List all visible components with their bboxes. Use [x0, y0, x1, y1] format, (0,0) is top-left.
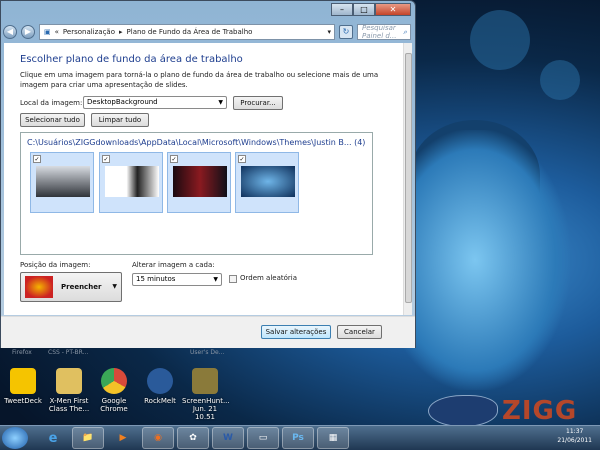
address-bar: ◀ ▶ ▣ « Personalização ▸ Plano de Fundo da…: [3, 23, 411, 41]
tweetdeck-icon: [10, 368, 36, 394]
icon-label: Google Chrome: [100, 397, 128, 413]
thumbnail-checkbox[interactable]: ✓: [33, 155, 41, 163]
icon-label: TweetDeck: [4, 397, 42, 405]
whale-logo-icon: [428, 395, 498, 427]
forward-button[interactable]: ▶: [21, 25, 35, 39]
explorer-icon[interactable]: 📁: [72, 427, 104, 449]
location-select[interactable]: DesktopBackground ▼: [83, 96, 227, 109]
control-panel-icon: ▣: [44, 28, 51, 36]
thumbnail-checkbox[interactable]: ✓: [102, 155, 110, 163]
wallpaper-thumbnail[interactable]: ✓: [235, 152, 299, 213]
desktop-label: CSS - PT-BR...: [48, 349, 89, 356]
maximize-button[interactable]: □: [353, 3, 375, 16]
wallpaper-thumbnail[interactable]: ✓: [167, 152, 231, 213]
clock-time: 11:37: [566, 428, 584, 435]
chevron-down-icon: ▼: [218, 99, 223, 106]
scrollbar-thumb[interactable]: [405, 53, 412, 303]
personalization-window: – □ ✕ ◀ ▶ ▣ « Personalização ▸ Plano de Fu…: [0, 0, 416, 348]
shuffle-checkbox[interactable]: [229, 275, 237, 283]
window-icon[interactable]: ▭: [247, 427, 279, 449]
position-select[interactable]: Preencher ▼: [20, 272, 122, 302]
location-value: DesktopBackground: [87, 98, 158, 106]
desktop-icon-tweetdeck[interactable]: TweetDeck: [0, 368, 46, 405]
word-icon[interactable]: W: [212, 427, 244, 449]
thumbnail-checkbox[interactable]: ✓: [170, 155, 178, 163]
app-icon[interactable]: ✿: [177, 427, 209, 449]
location-label: Local da imagem:: [20, 99, 83, 107]
rockmelt-icon: [147, 368, 173, 394]
dropdown-icon[interactable]: ▾: [327, 28, 331, 36]
content-pane: Escolher plano de fundo da área de traba…: [4, 43, 412, 315]
scrollbar[interactable]: [403, 43, 412, 315]
shuffle-label[interactable]: Ordem aleatória: [240, 274, 297, 282]
refresh-button[interactable]: ↻: [339, 25, 353, 39]
interval-select[interactable]: 15 minutos ▼: [132, 273, 222, 286]
cancel-button[interactable]: Cancelar: [337, 325, 382, 339]
browse-button[interactable]: Procurar...: [233, 96, 283, 110]
chrome-icon: [101, 368, 127, 394]
media-player-icon[interactable]: ▶: [107, 427, 139, 449]
back-button[interactable]: ◀: [3, 25, 17, 39]
folder-path[interactable]: C:\Usuários\ZIGGdownloads\AppData\Local\…: [27, 138, 365, 147]
save-button[interactable]: Salvar alterações: [261, 325, 331, 339]
wallpaper-thumbnail[interactable]: ✓: [30, 152, 94, 213]
control-panel-icon[interactable]: ▦: [317, 427, 349, 449]
icon-label: ScreenHunt... Jun. 21 10.51: [182, 397, 230, 421]
desktop-icon-xmen[interactable]: X-Men First Class The...: [46, 368, 92, 413]
position-value: Preencher: [61, 283, 102, 291]
image-file-icon: [192, 368, 218, 394]
search-placeholder: Pesquisar Painel d...: [362, 24, 397, 40]
search-icon: ⌕: [403, 27, 407, 36]
folder-icon: [56, 368, 82, 394]
flower-preview-icon: [25, 276, 53, 298]
thumbnail-checkbox[interactable]: ✓: [238, 155, 246, 163]
minimize-button[interactable]: –: [331, 3, 353, 16]
breadcrumb[interactable]: ▣ « Personalização ▸ Plano de Fundo da Áre…: [39, 24, 335, 40]
breadcrumb-background[interactable]: Plano de Fundo da Área de Trabalho: [127, 28, 253, 36]
interval-label: Alterar imagem a cada:: [132, 261, 215, 269]
icon-label: X-Men First Class The...: [48, 397, 90, 413]
start-button[interactable]: [2, 427, 28, 449]
dialog-footer: Salvar alterações Cancelar: [1, 316, 415, 348]
system-clock[interactable]: 11:37 21/06/2011: [557, 427, 592, 445]
desktop-icon-rockmelt[interactable]: RockMelt: [137, 368, 183, 405]
desktop-icon-chrome[interactable]: Google Chrome: [91, 368, 137, 413]
zigg-watermark: ZIGG: [428, 395, 577, 427]
page-description: Clique em uma imagem para torná-la o pla…: [20, 71, 379, 89]
desktop-label: User's De...: [190, 349, 225, 356]
wallpaper-thumbnail[interactable]: ✓: [99, 152, 163, 213]
desktop-label: Firefox: [12, 349, 32, 356]
chevron-down-icon: ▼: [213, 276, 218, 283]
watermark-text: ZIGG: [502, 396, 578, 426]
clock-date: 21/06/2011: [557, 437, 592, 444]
clear-all-button[interactable]: Limpar tudo: [91, 113, 149, 127]
icon-label: RockMelt: [144, 397, 176, 405]
page-title: Escolher plano de fundo da área de traba…: [20, 54, 243, 65]
select-all-button[interactable]: Selecionar tudo: [20, 113, 85, 127]
close-button[interactable]: ✕: [375, 3, 411, 16]
photoshop-icon[interactable]: Ps: [282, 427, 314, 449]
chevron-down-icon: ▼: [112, 283, 117, 290]
breadcrumb-personalization[interactable]: Personalização: [63, 28, 115, 36]
chevron-icon: «: [54, 28, 59, 36]
position-label: Posição da imagem:: [20, 261, 91, 269]
chevron-right-icon: ▸: [119, 28, 123, 36]
internet-explorer-icon[interactable]: e: [37, 427, 69, 449]
image-gallery: C:\Usuários\ZIGGdownloads\AppData\Local\…: [20, 132, 373, 255]
desktop-icon-screenhunter[interactable]: ScreenHunt... Jun. 21 10.51: [182, 368, 230, 421]
firefox-icon[interactable]: ◉: [142, 427, 174, 449]
interval-value: 15 minutos: [136, 275, 176, 283]
taskbar: e 📁 ▶ ◉ ✿ W ▭ Ps ▦: [0, 425, 600, 450]
search-input[interactable]: Pesquisar Painel d... ⌕: [357, 24, 411, 40]
